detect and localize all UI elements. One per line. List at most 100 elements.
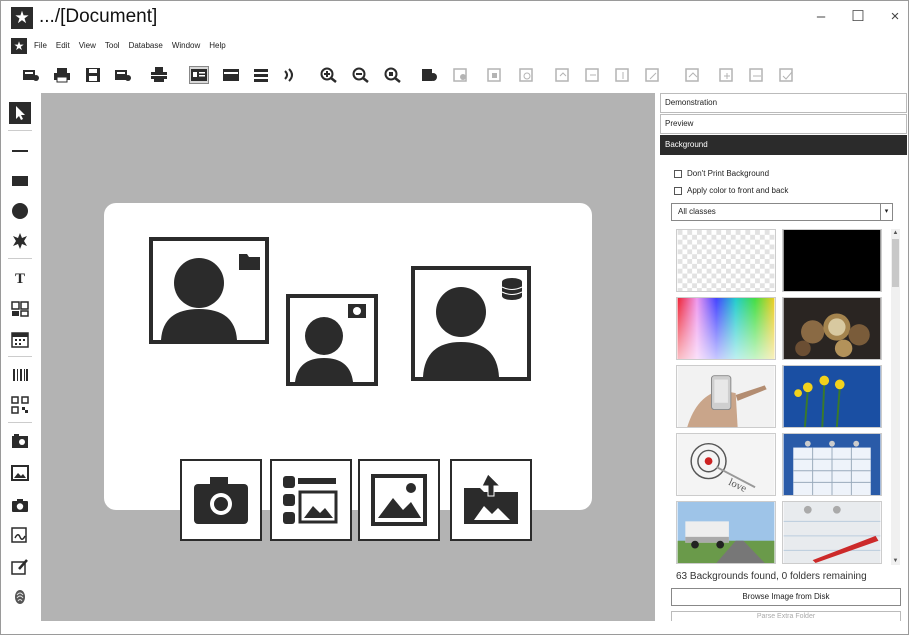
menu-database[interactable]: Database bbox=[129, 41, 163, 50]
align-icon[interactable] bbox=[717, 66, 737, 84]
align-icon[interactable] bbox=[517, 66, 537, 84]
ellipse-tool-icon[interactable] bbox=[9, 200, 31, 222]
line-tool-icon[interactable] bbox=[9, 140, 31, 162]
align-icon[interactable] bbox=[643, 66, 663, 84]
palette-divider bbox=[8, 422, 32, 423]
palette-divider bbox=[8, 356, 32, 357]
checkbox-box[interactable] bbox=[674, 186, 682, 195]
browse-image-button[interactable]: Browse Image from Disk bbox=[671, 588, 901, 606]
align-icon[interactable] bbox=[583, 66, 603, 84]
parse-extra-folder-button[interactable]: Parse Extra Folder bbox=[671, 611, 901, 621]
star-tool-icon[interactable] bbox=[9, 230, 31, 252]
app-menu-icon[interactable]: ★ bbox=[11, 38, 27, 54]
menu-bar: ★ File Edit View Tool Database Window He… bbox=[1, 38, 908, 56]
align-icon[interactable] bbox=[485, 66, 505, 84]
chevron-down-icon[interactable]: ▾ bbox=[880, 204, 892, 220]
background-thumbnail[interactable] bbox=[676, 297, 776, 360]
background-thumbnail[interactable]: love bbox=[676, 433, 776, 496]
tab-background[interactable]: Background bbox=[660, 135, 907, 155]
import-folder-tile[interactable] bbox=[450, 459, 532, 541]
save-icon[interactable] bbox=[83, 66, 103, 84]
background-thumbnails: love bbox=[676, 229, 886, 565]
menu-edit[interactable]: Edit bbox=[56, 41, 70, 50]
scrollbar-thumb[interactable] bbox=[892, 239, 899, 287]
apply-color-checkbox[interactable]: Apply color to front and back bbox=[674, 186, 788, 195]
photo-placeholder-camera[interactable] bbox=[286, 294, 378, 386]
align-icon[interactable] bbox=[777, 66, 797, 84]
background-thumbnail[interactable] bbox=[782, 365, 882, 428]
close-button[interactable]: × bbox=[878, 5, 909, 29]
text-tool-icon[interactable]: T bbox=[9, 266, 31, 288]
capture-photo-tile[interactable] bbox=[180, 459, 262, 541]
maximize-button[interactable]: ☐ bbox=[841, 5, 875, 29]
menu-tool[interactable]: Tool bbox=[105, 41, 120, 50]
scroll-down-icon[interactable]: ▼ bbox=[891, 557, 900, 565]
background-thumbnail[interactable] bbox=[782, 297, 882, 360]
edit-tool-icon[interactable] bbox=[9, 556, 31, 578]
image-tool-icon[interactable] bbox=[9, 462, 31, 484]
card-view-icon[interactable] bbox=[189, 66, 209, 84]
background-thumbnail[interactable] bbox=[676, 365, 776, 428]
backgrounds-found-status: 63 Backgrounds found, 0 folders remainin… bbox=[676, 571, 867, 582]
photo-placeholder-database[interactable] bbox=[411, 266, 531, 381]
layer-icon[interactable] bbox=[419, 66, 439, 84]
card-single-icon[interactable] bbox=[221, 66, 241, 84]
list-view-icon[interactable] bbox=[251, 66, 271, 84]
align-icon[interactable] bbox=[747, 66, 767, 84]
background-thumbnail[interactable] bbox=[782, 501, 882, 564]
sound-icon[interactable] bbox=[279, 66, 299, 84]
align-icon[interactable] bbox=[451, 66, 471, 84]
background-thumbnail[interactable] bbox=[676, 501, 776, 564]
zoom-out-icon[interactable] bbox=[351, 66, 371, 84]
qr-code-tool-icon[interactable] bbox=[9, 394, 31, 416]
palette-divider bbox=[8, 258, 32, 259]
photo-placeholder-folder[interactable] bbox=[149, 237, 269, 344]
menu-file[interactable]: File bbox=[34, 41, 47, 50]
barcode-tool-icon[interactable] bbox=[9, 298, 31, 320]
print-preview-icon[interactable] bbox=[21, 66, 41, 84]
database-image-tile[interactable] bbox=[270, 459, 352, 541]
tab-preview[interactable]: Preview bbox=[660, 114, 907, 134]
align-icon[interactable] bbox=[683, 66, 703, 84]
menu-view[interactable]: View bbox=[79, 41, 96, 50]
window-title: .../[Document] bbox=[39, 6, 158, 27]
background-thumbnail[interactable] bbox=[676, 229, 776, 292]
signature-tool-icon[interactable] bbox=[9, 524, 31, 546]
title-bar: ★ .../[Document] – ☐ × bbox=[1, 1, 908, 37]
toolbar bbox=[1, 61, 908, 91]
class-select[interactable]: All classes ▾ bbox=[671, 203, 893, 221]
align-icon[interactable] bbox=[553, 66, 573, 84]
align-icon[interactable] bbox=[613, 66, 633, 84]
zoom-in-icon[interactable] bbox=[319, 66, 339, 84]
checkbox-box[interactable] bbox=[674, 169, 682, 178]
checkbox-label: Don't Print Background bbox=[687, 169, 770, 178]
rectangle-tool-icon[interactable] bbox=[9, 170, 31, 192]
application-window: ★ .../[Document] – ☐ × ★ File Edit View … bbox=[0, 0, 909, 635]
properties-panel: Demonstration Preview Background Don't P… bbox=[660, 93, 908, 621]
palette-divider bbox=[8, 130, 32, 131]
image-file-tile[interactable] bbox=[358, 459, 440, 541]
scroll-up-icon[interactable]: ▲ bbox=[891, 229, 900, 237]
svg-text:T: T bbox=[15, 271, 25, 286]
select-arrow-icon[interactable] bbox=[9, 102, 31, 124]
dont-print-background-checkbox[interactable]: Don't Print Background bbox=[674, 169, 769, 178]
camera-tool-icon[interactable] bbox=[9, 494, 31, 516]
print-icon[interactable] bbox=[52, 66, 72, 84]
thumbnail-scrollbar[interactable]: ▲ ▼ bbox=[891, 229, 900, 565]
class-select-value: All classes bbox=[678, 207, 716, 216]
menu-window[interactable]: Window bbox=[172, 41, 200, 50]
minimize-button[interactable]: – bbox=[804, 5, 838, 29]
calendar-tool-icon[interactable] bbox=[9, 328, 31, 350]
zoom-fit-icon[interactable] bbox=[383, 66, 403, 84]
menu-help[interactable]: Help bbox=[209, 41, 225, 50]
background-thumbnail[interactable] bbox=[782, 229, 882, 292]
app-logo-icon: ★ bbox=[11, 7, 33, 29]
photo-capture-tool-icon[interactable] bbox=[9, 430, 31, 452]
barcode-1d-tool-icon[interactable] bbox=[9, 364, 31, 386]
design-canvas[interactable] bbox=[41, 93, 655, 621]
fingerprint-tool-icon[interactable] bbox=[9, 586, 31, 608]
background-thumbnail[interactable] bbox=[782, 433, 882, 496]
printer-icon[interactable] bbox=[149, 66, 169, 84]
print-setup-icon[interactable] bbox=[113, 66, 133, 84]
tab-demonstration[interactable]: Demonstration bbox=[660, 93, 907, 113]
